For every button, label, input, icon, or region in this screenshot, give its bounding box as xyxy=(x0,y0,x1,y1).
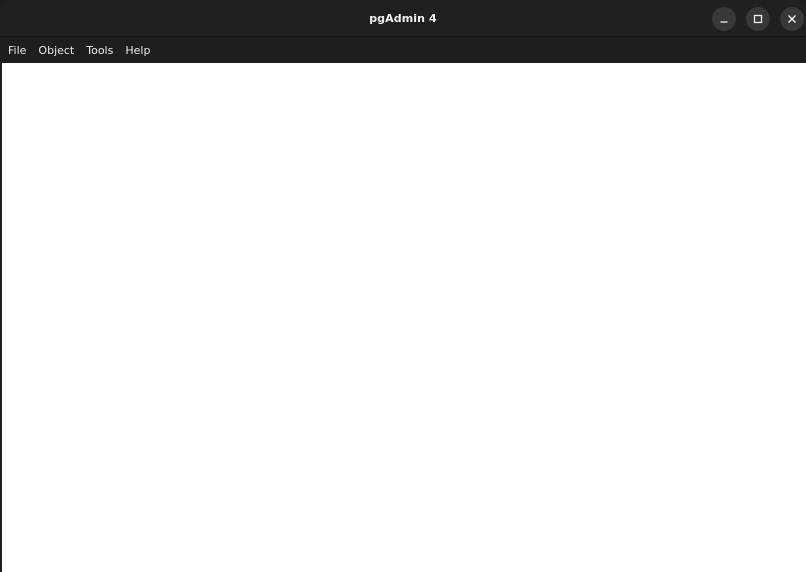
app-window: pgAdmin 4 File Object Tools Help xyxy=(0,0,806,572)
menu-tools[interactable]: Tools xyxy=(86,38,113,63)
menu-help[interactable]: Help xyxy=(125,38,150,63)
menu-object[interactable]: Object xyxy=(38,38,74,63)
title-bar[interactable]: pgAdmin 4 xyxy=(0,0,806,37)
minimize-button[interactable] xyxy=(712,7,736,31)
close-icon xyxy=(788,15,796,23)
menu-file[interactable]: File xyxy=(8,38,26,63)
close-button[interactable] xyxy=(780,7,804,31)
maximize-icon xyxy=(753,14,763,24)
minimize-icon xyxy=(720,21,728,23)
window-title: pgAdmin 4 xyxy=(369,12,437,25)
main-content-area[interactable] xyxy=(2,63,806,572)
maximize-button[interactable] xyxy=(746,7,770,31)
menu-bar: File Object Tools Help xyxy=(0,38,806,63)
